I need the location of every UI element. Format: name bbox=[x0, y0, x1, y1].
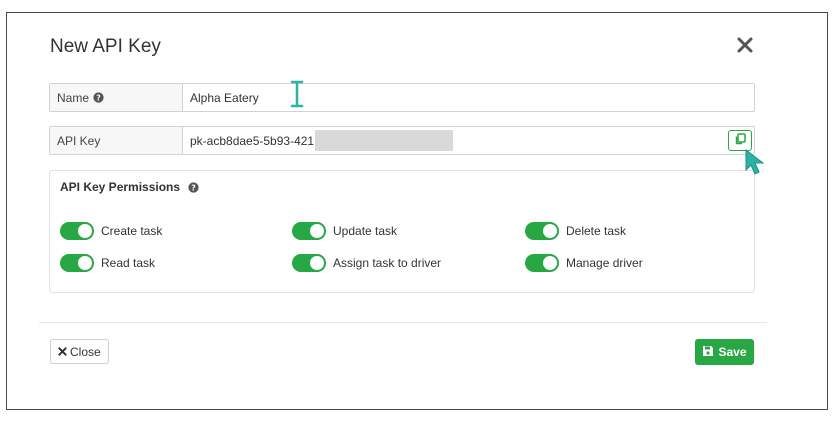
name-label-addon: Name ? bbox=[50, 84, 183, 111]
toggle-assign-task[interactable] bbox=[292, 254, 326, 272]
footer-divider bbox=[39, 322, 767, 323]
permission-label: Update task bbox=[333, 224, 398, 238]
close-button[interactable]: Close bbox=[50, 339, 109, 364]
api-key-input[interactable]: pk-acb8dae5-5b93-421 bbox=[183, 127, 754, 154]
api-key-label-addon: API Key bbox=[50, 127, 183, 154]
mouse-pointer-icon bbox=[744, 148, 766, 181]
svg-text:?: ? bbox=[191, 183, 196, 192]
modal-title: New API Key bbox=[50, 36, 161, 57]
api-key-redaction bbox=[315, 130, 454, 151]
permission-label: Manage driver bbox=[566, 256, 643, 270]
api-key-value: pk-acb8dae5-5b93-421 bbox=[190, 133, 315, 148]
permission-label: Create task bbox=[101, 224, 163, 238]
permission-read-task: Read task bbox=[60, 254, 155, 272]
name-input[interactable]: Alpha Eatery bbox=[183, 84, 754, 111]
close-icon[interactable] bbox=[735, 35, 755, 55]
name-input-value: Alpha Eatery bbox=[190, 90, 259, 105]
name-input-group: Name ? Alpha Eatery bbox=[49, 83, 755, 112]
permission-label: Delete task bbox=[566, 224, 627, 238]
times-icon bbox=[58, 345, 67, 359]
copy-icon bbox=[734, 133, 746, 148]
toggle-manage-driver[interactable] bbox=[525, 254, 559, 272]
save-button[interactable]: Save bbox=[695, 339, 754, 365]
permission-update-task: Update task bbox=[292, 222, 397, 240]
toggle-read-task[interactable] bbox=[60, 254, 94, 272]
permissions-panel: API Key Permissions ? Create task Update… bbox=[49, 170, 755, 293]
close-button-label: Close bbox=[70, 344, 101, 359]
save-icon bbox=[702, 345, 714, 360]
toggle-update-task[interactable] bbox=[292, 222, 326, 240]
toggle-delete-task[interactable] bbox=[525, 222, 559, 240]
new-api-key-modal: New API Key Name ? Alpha Eatery API Key … bbox=[6, 12, 828, 410]
permission-manage-driver: Manage driver bbox=[525, 254, 643, 272]
permission-label: Assign task to driver bbox=[333, 256, 442, 270]
question-circle-icon[interactable]: ? bbox=[93, 92, 104, 103]
permission-delete-task: Delete task bbox=[525, 222, 626, 240]
permission-label: Read task bbox=[101, 256, 156, 270]
question-circle-icon[interactable]: ? bbox=[188, 181, 199, 193]
permissions-title-text: API Key Permissions bbox=[60, 180, 181, 194]
permissions-title: API Key Permissions ? bbox=[60, 180, 199, 194]
name-label: Name bbox=[57, 90, 90, 105]
api-key-label: API Key bbox=[57, 133, 101, 148]
permission-create-task: Create task bbox=[60, 222, 162, 240]
svg-text:?: ? bbox=[96, 93, 101, 102]
text-cursor-icon bbox=[290, 80, 304, 113]
permission-assign-task: Assign task to driver bbox=[292, 254, 441, 272]
save-button-label: Save bbox=[718, 345, 747, 359]
api-key-input-group: API Key pk-acb8dae5-5b93-421 bbox=[49, 126, 755, 155]
toggle-create-task[interactable] bbox=[60, 222, 94, 240]
